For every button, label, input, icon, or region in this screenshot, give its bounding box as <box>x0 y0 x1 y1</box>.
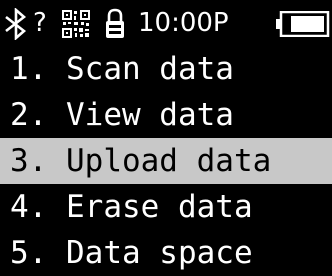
menu-item-view-data[interactable]: 2. View data <box>0 92 332 138</box>
main-menu: 1. Scan data 2. View data 3. Upload data… <box>0 46 332 276</box>
battery-level-fill <box>291 16 324 32</box>
bluetooth-icon <box>5 8 27 40</box>
menu-item-scan-data[interactable]: 1. Scan data <box>0 46 332 92</box>
unknown-status-indicator: ? <box>33 8 47 38</box>
clock-time: 10:00P <box>138 8 229 38</box>
menu-item-erase-data[interactable]: 4. Erase data <box>0 184 332 230</box>
battery-icon <box>276 11 330 37</box>
lock-icon <box>106 8 124 38</box>
menu-item-upload-data[interactable]: 3. Upload data <box>0 138 332 184</box>
menu-item-data-space[interactable]: 5. Data space <box>0 230 332 276</box>
qr-code-icon <box>62 10 90 38</box>
status-bar: ? 10:00P <box>0 0 332 46</box>
